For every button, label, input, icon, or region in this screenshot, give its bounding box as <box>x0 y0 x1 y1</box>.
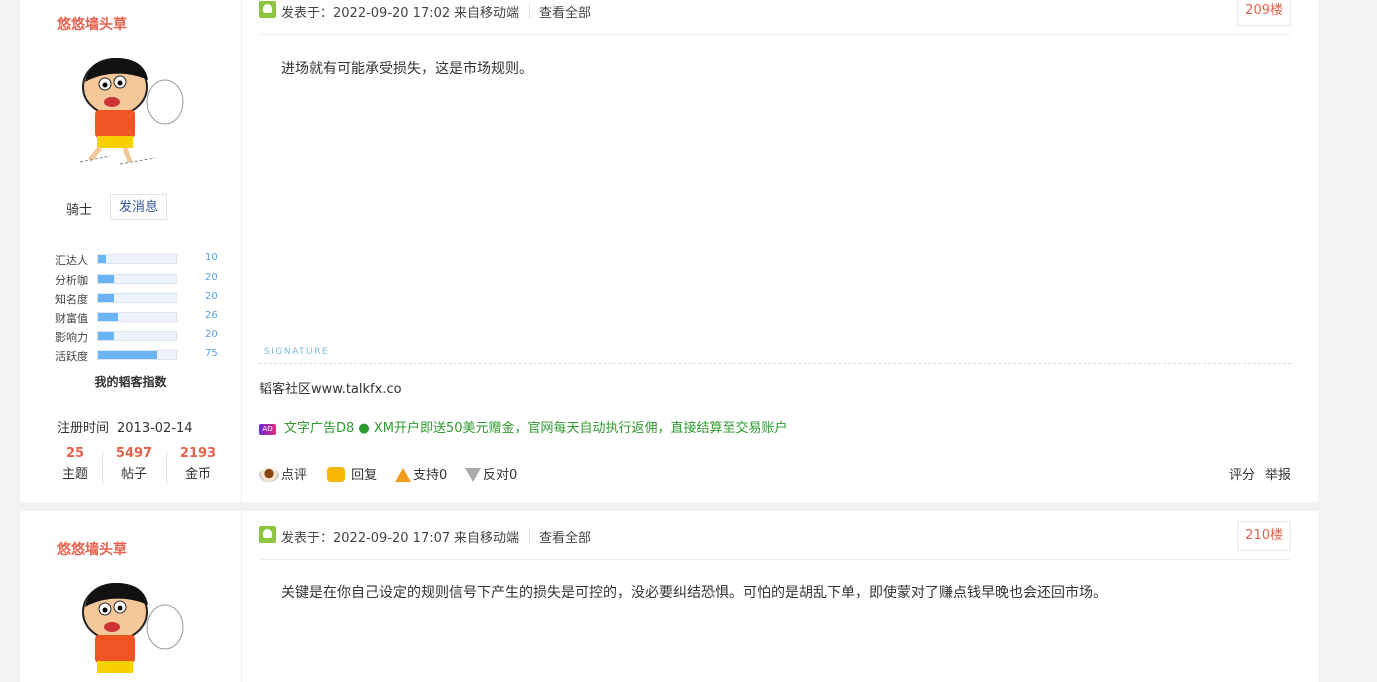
stat-label: 分析咖 <box>55 274 88 287</box>
stat-bar <box>97 312 177 322</box>
index-title: 我的韬客指数 <box>94 375 167 389</box>
stat-row: 汇达人 10 <box>55 250 225 269</box>
count-number: 25 <box>65 446 85 461</box>
stat-row: 活跃度 75 <box>55 346 225 365</box>
stat-label: 活跃度 <box>55 350 88 363</box>
stat-value: 75 <box>205 348 218 359</box>
ad-icon: AD <box>259 424 276 435</box>
stat-bar <box>97 350 177 360</box>
support-button[interactable]: 支持0 <box>395 464 447 483</box>
stat-label: 汇达人 <box>55 254 88 267</box>
post-actions: 点评 回复 支持0 反对0 评分 举报 <box>259 464 1291 484</box>
report-button[interactable]: 举报 <box>1265 464 1291 483</box>
post-209: 悠悠墙头草 骑士 发消息 汇达人 10 分析咖 20 知名度 20 财富值 26… <box>20 0 1318 502</box>
reply-button[interactable]: 回复 <box>327 464 377 483</box>
stat-value: 20 <box>205 272 218 283</box>
author-sidebar: 悠悠墙头草 骑士 发消息 汇达人 10 分析咖 20 知名度 20 财富值 26… <box>20 0 242 502</box>
stat-row: 影响力 20 <box>55 327 225 346</box>
stat-row: 财富值 26 <box>55 308 225 327</box>
post-210: 悠悠墙头草 发表于：2022-09-20 17:07 来自移动端 查看全部 21… <box>20 511 1318 682</box>
post-source: 来自移动端 <box>454 6 520 21</box>
floor-number[interactable]: 210楼 <box>1237 521 1291 551</box>
post-main: 发表于：2022-09-20 17:07 来自移动端 查看全部 210楼 关键是… <box>259 521 1291 682</box>
reply-label: 回复 <box>351 468 378 483</box>
ad-link[interactable]: 文字广告D8 ● XM开户即送50美元赠金，官网每天自动执行返佣，直接结算至交易… <box>284 421 788 436</box>
stat-value: 26 <box>205 310 218 321</box>
floor-number[interactable]: 209楼 <box>1237 0 1291 26</box>
stat-row: 分析咖 20 <box>55 270 225 289</box>
signature-label: SIGNATURE <box>264 347 330 357</box>
post-content: 关键是在你自己设定的规则信号下产生的损失是可控的，没必要纠结恐惧。可怕的是胡乱下… <box>281 585 1107 601</box>
post-meta: 发表于：2022-09-20 17:02 来自移动端 查看全部 209楼 <box>259 0 1291 35</box>
user-counts: 25 主题 5497 帖子 2193 金币 <box>45 446 225 486</box>
stat-bar <box>97 331 177 341</box>
user-post-icon[interactable] <box>259 526 276 543</box>
stat-label: 影响力 <box>55 331 88 344</box>
register-time: 注册时间 2013-02-14 <box>57 417 193 436</box>
signature-divider <box>259 363 1291 364</box>
post-meta: 发表于：2022-09-20 17:07 来自移动端 查看全部 210楼 <box>259 521 1291 560</box>
count-topics[interactable]: 25 主题 <box>45 446 105 482</box>
comment-label: 点评 <box>281 468 308 483</box>
count-coins[interactable]: 2193 金币 <box>168 446 228 482</box>
divider <box>529 4 530 18</box>
oppose-label: 反对0 <box>483 468 518 483</box>
user-rank: 骑士 <box>66 203 93 218</box>
view-all-link[interactable]: 查看全部 <box>539 2 591 21</box>
register-date: 2013-02-14 <box>117 421 193 436</box>
thumb-down-icon <box>465 468 481 482</box>
stat-label: 财富值 <box>55 312 88 325</box>
stat-value: 20 <box>205 329 218 340</box>
support-label: 支持0 <box>413 468 448 483</box>
author-name[interactable]: 悠悠墙头草 <box>57 539 127 559</box>
view-all-link[interactable]: 查看全部 <box>539 527 591 546</box>
stat-bar <box>97 293 177 303</box>
user-post-icon[interactable] <box>259 1 276 18</box>
avatar-icon[interactable] <box>70 52 190 167</box>
oppose-button[interactable]: 反对0 <box>465 464 517 483</box>
count-posts[interactable]: 5497 帖子 <box>104 446 164 482</box>
author-sidebar: 悠悠墙头草 <box>20 511 242 682</box>
count-label: 帖子 <box>120 467 147 482</box>
comment-icon <box>259 468 279 482</box>
count-label: 主题 <box>61 467 88 482</box>
comment-button[interactable]: 点评 <box>259 464 307 483</box>
author-name[interactable]: 悠悠墙头草 <box>57 14 127 34</box>
thumb-up-icon <box>395 468 411 482</box>
stat-bar <box>97 254 177 264</box>
post-time: 发表于：2022-09-20 17:07 <box>281 531 451 546</box>
reply-icon <box>327 467 345 482</box>
divider <box>529 529 530 543</box>
divider <box>166 452 167 484</box>
stat-label: 知名度 <box>55 293 88 306</box>
text-ad[interactable]: AD 文字广告D8 ● XM开户即送50美元赠金，官网每天自动执行返佣，直接结算至… <box>259 417 788 436</box>
stat-bar <box>97 274 177 284</box>
stat-value: 10 <box>205 252 218 263</box>
divider <box>102 452 103 484</box>
count-label: 金币 <box>184 467 211 482</box>
count-number: 2193 <box>179 446 217 461</box>
rate-button[interactable]: 评分 <box>1229 464 1255 483</box>
post-source: 来自移动端 <box>454 531 520 546</box>
signature-text[interactable]: 韬客社区www.talkfx.co <box>259 378 402 397</box>
stat-value: 20 <box>205 291 218 302</box>
post-content: 进场就有可能承受损失，这是市场规则。 <box>281 61 533 77</box>
send-message-button[interactable]: 发消息 <box>110 194 167 220</box>
register-label: 注册时间 <box>57 421 110 436</box>
post-main: 发表于：2022-09-20 17:02 来自移动端 查看全部 209楼 进场就… <box>259 0 1291 502</box>
post-time: 发表于：2022-09-20 17:02 <box>281 6 451 21</box>
stat-row: 知名度 20 <box>55 289 225 308</box>
avatar-icon[interactable] <box>70 577 190 682</box>
count-number: 5497 <box>115 446 153 461</box>
